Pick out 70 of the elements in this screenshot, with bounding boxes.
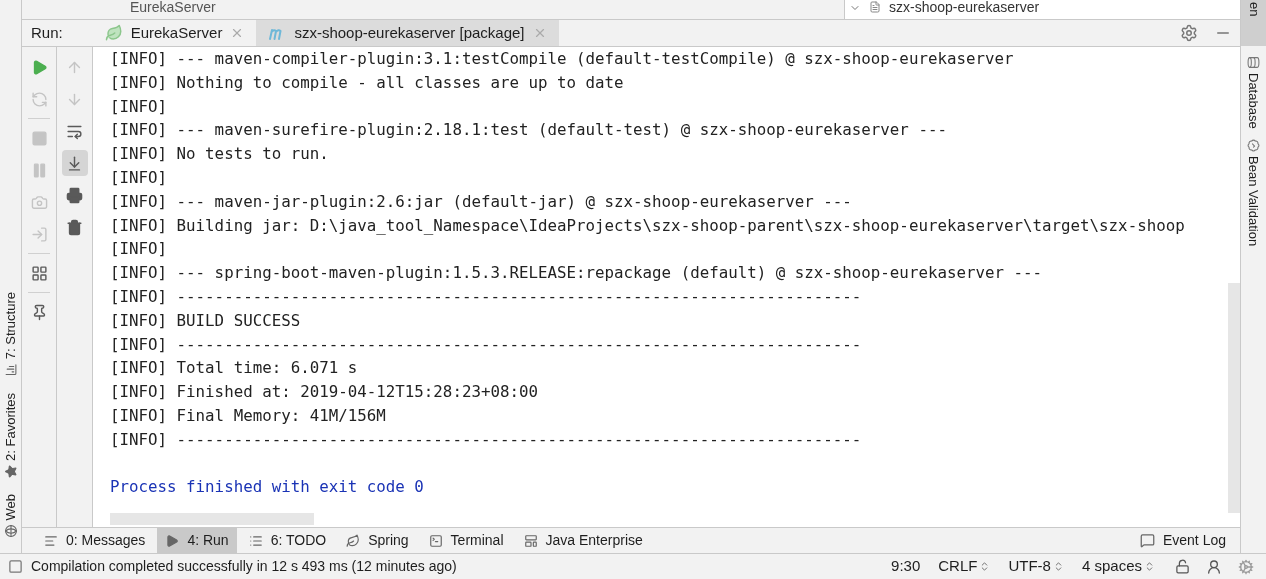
status-message: Compilation completed successfully in 12 s 493 ms (12 minutes ago) <box>31 557 457 576</box>
console-line: [INFO] --- spring-boot-maven-plugin:1.5.3.RELEASE:repackage (default) @ szx-shoop-eurekaserver --- <box>110 262 1043 285</box>
unlock-icon[interactable] <box>1175 559 1190 574</box>
list-icon <box>248 533 263 548</box>
status-item[interactable]: 4 spaces <box>1081 555 1155 578</box>
tool-window-tab[interactable]: Java Enterprise <box>515 528 651 553</box>
leaf-icon <box>104 24 123 42</box>
console-line: [INFO] <box>110 238 168 261</box>
tool-window-tab[interactable]: 6: TODO <box>240 528 335 553</box>
scrollbar-thumb[interactable] <box>110 513 314 525</box>
window-title: EurekaServer <box>130 0 217 14</box>
rerun-icon <box>30 90 48 108</box>
bars-icon <box>4 363 17 377</box>
run-label: Run: <box>31 22 63 43</box>
trash-icon <box>66 218 83 236</box>
person-icon[interactable] <box>1206 558 1222 575</box>
stop-icon <box>30 129 48 147</box>
console-line: [INFO] Final Memory: 41M/156M <box>110 404 386 427</box>
process-exit-line: Process finished with exit code 0 <box>110 476 424 499</box>
terminal-icon <box>428 533 443 548</box>
window-icon <box>523 533 538 548</box>
console-line: [INFO] BUILD SUCCESS <box>110 309 301 332</box>
printer-icon <box>66 186 83 204</box>
tool-window-tab[interactable]: Spring <box>338 528 417 553</box>
updown-icon <box>1144 561 1155 572</box>
console-line: [INFO] No tests to run. <box>110 143 329 166</box>
status-item[interactable]: 9:30 <box>891 555 921 578</box>
tool-window-tab[interactable]: 4: Run <box>157 528 237 553</box>
cog-icon[interactable] <box>1238 558 1254 575</box>
console-line: [INFO] <box>110 167 168 189</box>
lines-icon <box>44 533 58 548</box>
badge-icon <box>1247 138 1260 152</box>
scrollbar-thumb[interactable] <box>1228 283 1240 513</box>
settings-icon[interactable] <box>1180 24 1198 42</box>
star-icon <box>4 464 17 478</box>
console-line: [INFO] Total time: 6.071 s <box>110 357 358 380</box>
console-line: [INFO] ------------------------------------------------------------------------ <box>110 428 862 451</box>
run-tab[interactable]: EurekaServer <box>92 20 257 46</box>
status-item[interactable]: UTF-8 <box>1008 555 1064 578</box>
enter-icon <box>30 225 48 243</box>
camera-icon <box>30 193 48 211</box>
leaf-icon <box>346 533 361 548</box>
console-line: [INFO] <box>110 95 168 118</box>
status-icon[interactable] <box>8 559 23 574</box>
console-line: [INFO] --- maven-surefire-plugin:2.18.1:test (default-test) @ szx-shoop-eurekaserver --- <box>110 119 947 142</box>
sidebar-tab[interactable]: 2: Favorites <box>0 392 21 478</box>
console-line: [INFO] --- maven-jar-plugin:2.6:jar (default-jar) @ szx-shoop-eurekaserver --- <box>110 190 852 213</box>
console-line: [INFO] Finished at: 2019-04-12T15:28:23+08:00 <box>110 381 538 404</box>
sidebar-tab[interactable]: 7: Structure <box>0 292 21 377</box>
console-line: [INFO] Nothing to compile - all classes are up to date <box>110 71 624 94</box>
event-log-button[interactable]: Event Log <box>1139 530 1226 551</box>
speech-bubble-icon <box>1139 533 1155 548</box>
sidebar-tab[interactable]: Database <box>1243 56 1264 129</box>
console-line: [INFO] ------------------------------------------------------------------------ <box>110 333 862 356</box>
scroll-to-end-icon <box>66 154 83 172</box>
tool-window-tab[interactable]: Terminal <box>420 528 512 553</box>
console-line: [INFO] ------------------------------------------------------------------------ <box>110 285 862 308</box>
layout-icon <box>30 264 48 282</box>
tool-window-tab[interactable]: 0: Messages <box>36 528 154 553</box>
console-line: [INFO] Building jar: D:\java_tool_Namespace\IdeaProjects\szx-shoop-parent\szx-shoop-eurekaserver\target\szx-shoop <box>110 214 1185 237</box>
file-icon <box>869 1 881 13</box>
status-item[interactable]: CRLF <box>938 555 991 578</box>
sidebar-tab[interactable]: Web <box>0 493 21 537</box>
console-line: [INFO] --- maven-compiler-plugin:3.1:testCompile (default-testCompile) @ szx-shoop-eurekaserver <box>110 48 1014 70</box>
globe-icon <box>4 524 17 537</box>
sidebar-tab[interactable]: Bean Validation <box>1243 138 1264 246</box>
play-icon <box>165 533 180 548</box>
run-tab[interactable]: szx-shoop-eurekaserver [package] <box>256 20 559 46</box>
scroll-to-end-button[interactable] <box>61 150 88 176</box>
database-icon <box>1247 56 1260 69</box>
